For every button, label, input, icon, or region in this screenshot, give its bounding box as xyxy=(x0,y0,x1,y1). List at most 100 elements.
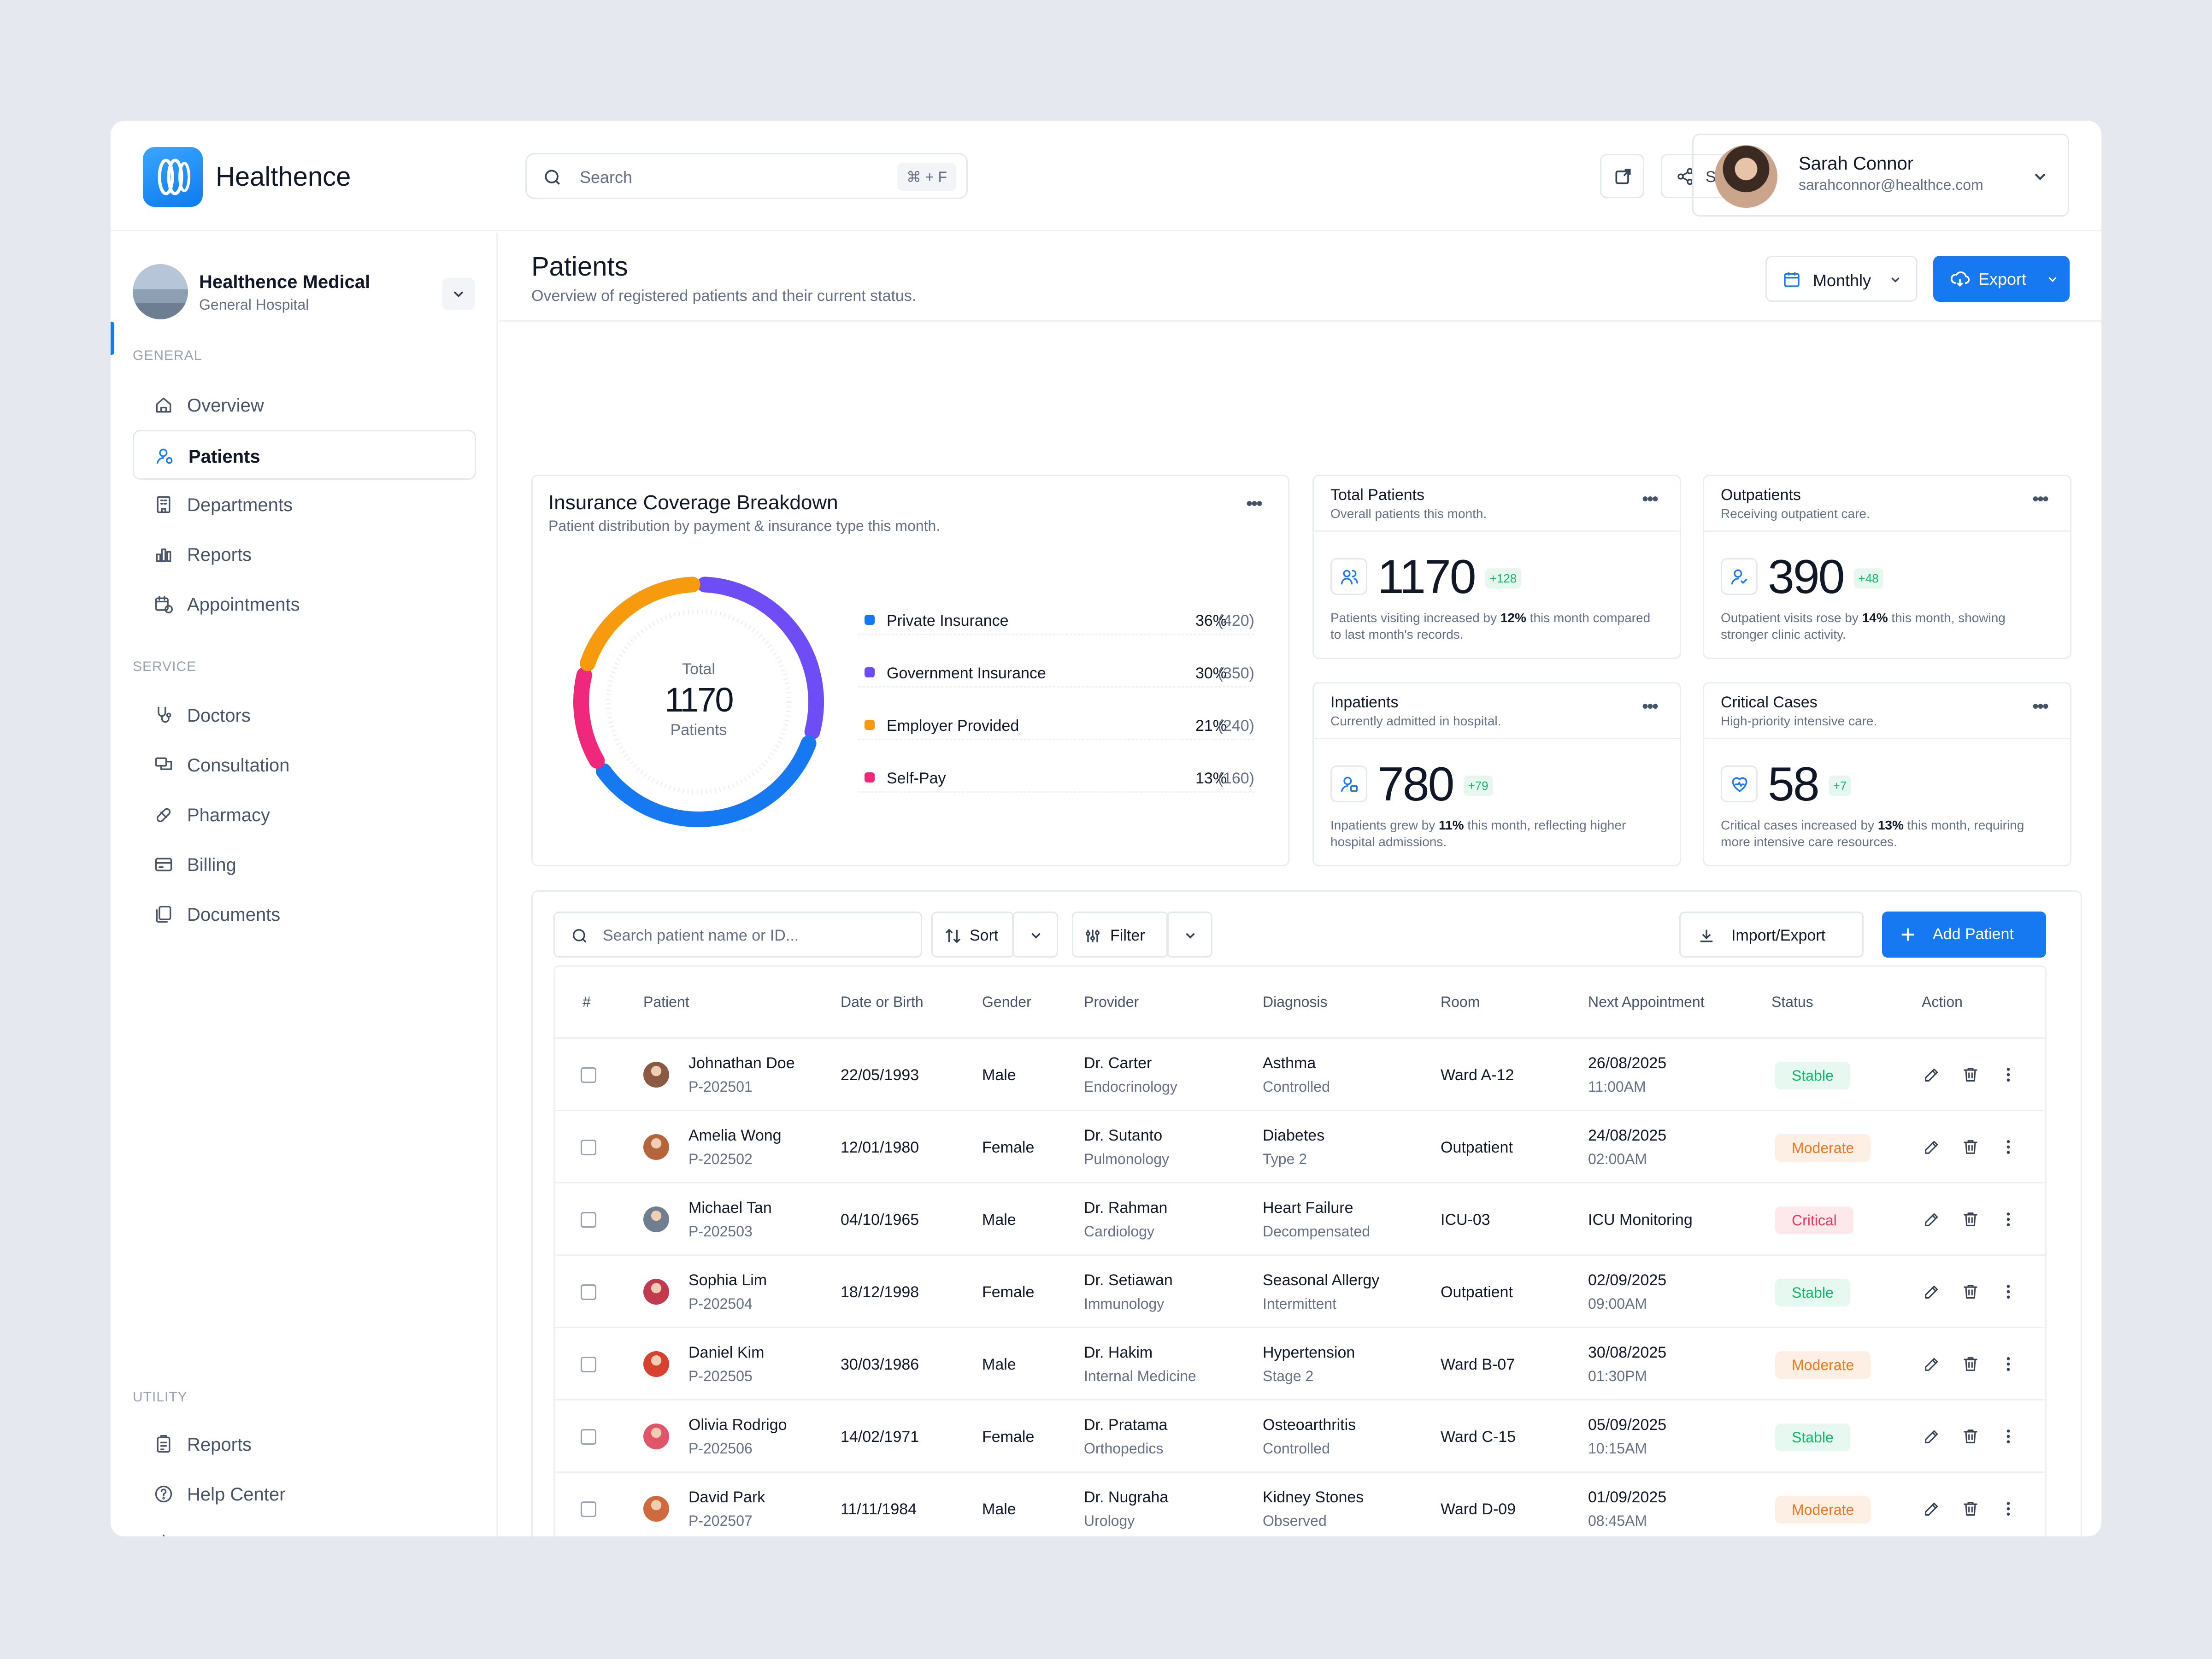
provider-name: Dr. Rahman xyxy=(1084,1199,1168,1217)
room: Ward C-15 xyxy=(1441,1428,1516,1446)
legend-name: Employer Provided xyxy=(887,717,1019,735)
chevron-down-icon xyxy=(2048,277,2057,282)
add-patient-button[interactable]: Add Patient xyxy=(1882,912,2046,958)
table-row[interactable]: Olivia Rodrigo P-202506 14/02/1971 Female Dr… xyxy=(555,1399,2045,1471)
active-nav-indicator xyxy=(111,322,114,355)
more-vertical-icon[interactable] xyxy=(1999,1210,2018,1229)
row-checkbox[interactable] xyxy=(581,1140,596,1155)
sidebar-item-billing[interactable]: Billing xyxy=(133,840,476,889)
more-icon[interactable]: ••• xyxy=(1642,489,1659,510)
filter-button[interactable]: Filter xyxy=(1072,912,1169,958)
trash-icon[interactable] xyxy=(1961,1427,1980,1446)
sidebar-item-pharmacy[interactable]: Pharmacy xyxy=(133,790,476,840)
search-icon xyxy=(545,170,560,185)
more-vertical-icon[interactable] xyxy=(1999,1282,2018,1301)
more-vertical-icon[interactable] xyxy=(1999,1427,2018,1446)
sidebar-item-doctors[interactable]: Doctors xyxy=(133,690,476,740)
row-checkbox[interactable] xyxy=(581,1357,596,1372)
status-badge: Moderate xyxy=(1775,1351,1871,1379)
export-button[interactable]: Export xyxy=(1933,256,2070,302)
sidebar-item-appointments[interactable]: Appointments xyxy=(133,579,476,629)
period-select[interactable]: Monthly xyxy=(1765,256,1918,302)
sort-button[interactable]: Sort xyxy=(931,912,1014,958)
more-vertical-icon[interactable] xyxy=(1999,1500,2018,1518)
trash-icon[interactable] xyxy=(1961,1282,1980,1301)
filter-dropdown-button[interactable] xyxy=(1166,912,1212,958)
edit-icon[interactable] xyxy=(1923,1065,1941,1084)
provider-specialty: Internal Medicine xyxy=(1084,1368,1196,1384)
sidebar-item-documents[interactable]: Documents xyxy=(133,889,476,939)
more-vertical-icon[interactable] xyxy=(1999,1065,2018,1084)
stethoscope-icon xyxy=(153,705,174,725)
users-icon xyxy=(1330,558,1367,595)
edit-icon[interactable] xyxy=(1923,1210,1941,1229)
legend-name: Self-Pay xyxy=(887,770,946,787)
donut-total: 1170 xyxy=(665,681,734,719)
trash-icon[interactable] xyxy=(1961,1210,1980,1229)
sidebar-item-reports[interactable]: Reports xyxy=(133,1419,476,1469)
stat-delta-badge: +7 xyxy=(1828,776,1852,796)
more-vertical-icon[interactable] xyxy=(1999,1355,2018,1373)
more-icon[interactable]: ••• xyxy=(2032,696,2049,717)
table-row[interactable]: Sophia Lim P-202504 18/12/1998 Female Dr. Se… xyxy=(555,1254,2045,1327)
stat-desc-percent: 12% xyxy=(1500,611,1526,625)
table-row[interactable]: Amelia Wong P-202502 12/01/1980 Female Dr. S… xyxy=(555,1110,2045,1182)
edit-icon[interactable] xyxy=(1923,1427,1941,1446)
stat-delta-badge: +128 xyxy=(1485,568,1522,588)
sidebar-item-settings[interactable]: Settings xyxy=(133,1519,476,1536)
search-input[interactable]: Search ⌘ + F xyxy=(525,153,968,199)
stat-description: Inpatients grew by 11% this month, refle… xyxy=(1330,817,1662,850)
patient-search-input[interactable]: Search patient name or ID... xyxy=(553,912,922,958)
column-header: Next Appointment xyxy=(1588,994,1705,1010)
sidebar-item-label: Patients xyxy=(188,447,260,467)
table-row[interactable]: Johnathan Doe P-202501 22/05/1993 Male Dr. C… xyxy=(555,1037,2045,1110)
sidebar-item-label: Billing xyxy=(187,855,236,875)
trash-icon[interactable] xyxy=(1961,1500,1980,1518)
more-icon[interactable]: ••• xyxy=(1246,494,1263,514)
section-service: SERVICE xyxy=(133,659,197,674)
import-export-button[interactable]: Import/Export xyxy=(1679,912,1864,958)
row-checkbox[interactable] xyxy=(581,1284,596,1300)
edit-icon[interactable] xyxy=(1923,1282,1941,1301)
row-checkbox[interactable] xyxy=(581,1212,596,1228)
edit-icon[interactable] xyxy=(1923,1355,1941,1373)
table-row[interactable]: David Park P-202507 11/11/1984 Male Dr. Nugr… xyxy=(555,1471,2045,1536)
trash-icon[interactable] xyxy=(1961,1355,1980,1373)
open-external-button[interactable] xyxy=(1600,154,1644,198)
edit-icon[interactable] xyxy=(1923,1138,1941,1156)
sidebar-item-patients[interactable]: Patients xyxy=(133,430,476,480)
sidebar-item-overview[interactable]: Overview xyxy=(133,380,476,430)
donut-slice-private-insurance xyxy=(595,735,817,827)
row-checkbox[interactable] xyxy=(581,1429,596,1445)
stat-desc-text: Critical cases increased by xyxy=(1721,818,1878,832)
user-menu[interactable]: Sarah Connor sarahconnor@healthce.com xyxy=(1692,134,2069,217)
stat-divider xyxy=(1704,738,2070,739)
sidebar-item-help-center[interactable]: Help Center xyxy=(133,1469,476,1519)
more-vertical-icon[interactable] xyxy=(1999,1138,2018,1156)
filter-icon xyxy=(1086,930,1100,942)
stat-subtitle: High-priority intensive care. xyxy=(1721,714,1877,728)
trash-icon[interactable] xyxy=(1961,1065,1980,1084)
donut-label-bottom: Patients xyxy=(670,721,727,739)
patient-name: Sophia Lim xyxy=(688,1271,767,1289)
sidebar-item-reports[interactable]: Reports xyxy=(133,529,476,579)
row-checkbox[interactable] xyxy=(581,1501,596,1517)
stat-value: 780 xyxy=(1377,758,1455,811)
patient-name: Amelia Wong xyxy=(688,1127,782,1144)
more-icon[interactable]: ••• xyxy=(2032,489,2049,510)
next-appointment-date: 05/09/2025 xyxy=(1588,1416,1667,1434)
more-icon[interactable]: ••• xyxy=(1642,696,1659,717)
sort-dropdown-button[interactable] xyxy=(1012,912,1058,958)
sidebar-item-departments[interactable]: Departments xyxy=(133,480,476,529)
legend-item: Employer Provided 21% (240) xyxy=(858,712,1254,740)
sidebar-item-consultation[interactable]: Consultation xyxy=(133,740,476,790)
sidebar-item-label: Reports xyxy=(187,1435,252,1455)
patient-avatar xyxy=(643,1279,669,1305)
table-row[interactable]: Daniel Kim P-202505 30/03/1986 Male Dr. Haki… xyxy=(555,1327,2045,1399)
edit-icon[interactable] xyxy=(1923,1500,1941,1518)
org-switch-button[interactable] xyxy=(442,278,475,310)
room: Outpatient xyxy=(1441,1283,1513,1301)
trash-icon[interactable] xyxy=(1961,1138,1980,1156)
table-row[interactable]: Michael Tan P-202503 04/10/1965 Male Dr. Rah… xyxy=(555,1182,2045,1254)
row-checkbox[interactable] xyxy=(581,1067,596,1083)
